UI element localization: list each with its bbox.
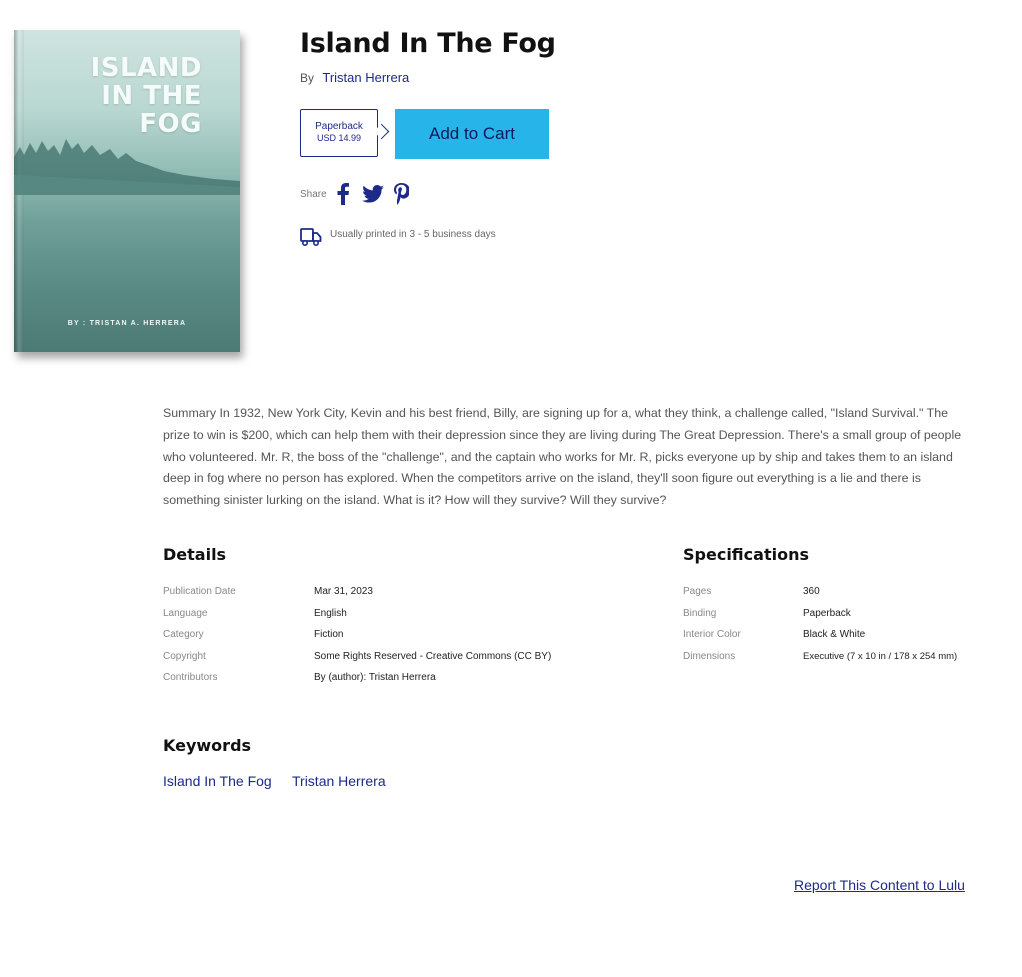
keyword-link[interactable]: Island In The Fog — [163, 773, 272, 789]
format-type: Paperback — [315, 121, 363, 132]
spec-value: Executive (7 x 10 in / 178 x 254 mm) — [803, 651, 958, 662]
detail-label: Contributors — [163, 672, 218, 683]
spec-label: Binding — [683, 608, 717, 619]
format-option-paperback[interactable]: Paperback USD 14.99 — [300, 109, 378, 157]
twitter-icon[interactable] — [362, 185, 384, 208]
spec-label: Pages — [683, 586, 712, 597]
format-price: USD 14.99 — [316, 133, 362, 143]
detail-value: Mar 31, 2023 — [314, 586, 373, 597]
book-summary: Summary In 1932, New York City, Kevin an… — [163, 406, 962, 508]
detail-label: Publication Date — [163, 586, 236, 597]
cover-author-text: BY : TRISTAN A. HERRERA — [67, 320, 187, 327]
keyword-link[interactable]: Tristan Herrera — [292, 773, 386, 789]
cover-title-text: ISLAND IN THE FOG — [90, 53, 202, 139]
detail-value: By (author): Tristan Herrera — [314, 672, 436, 683]
specifications-heading: Specifications — [683, 545, 809, 564]
detail-label: Language — [163, 608, 208, 619]
by-label: By — [300, 71, 315, 85]
book-title: Island In The Fog — [300, 28, 556, 59]
add-to-cart-button[interactable]: Add to Cart — [395, 109, 549, 159]
spec-label: Interior Color — [683, 629, 741, 640]
spec-value: Paperback — [803, 608, 851, 619]
detail-value: Fiction — [314, 629, 344, 640]
shipping-info: Usually printed in 3 - 5 business days — [330, 229, 496, 240]
detail-label: Category — [163, 629, 204, 640]
facebook-icon[interactable] — [336, 183, 350, 210]
book-cover[interactable]: ISLAND IN THE FOG BY : TRISTAN A. HERRER… — [14, 30, 240, 352]
details-heading: Details — [163, 545, 227, 564]
report-content-link[interactable]: Report This Content to Lulu — [794, 877, 965, 893]
spec-value: 360 — [803, 586, 820, 597]
share-label: Share — [300, 189, 327, 200]
detail-label: Copyright — [163, 651, 206, 662]
printing-truck-icon — [300, 227, 322, 252]
detail-value: English — [314, 608, 347, 619]
detail-value: Some Rights Reserved - Creative Commons … — [314, 651, 552, 662]
author-link[interactable]: Tristan Herrera — [322, 70, 409, 85]
byline: By Tristan Herrera — [300, 70, 409, 85]
cover-trees-illustration — [14, 139, 240, 195]
keywords-heading: Keywords — [163, 736, 252, 755]
pinterest-icon[interactable] — [393, 183, 410, 210]
spec-label: Dimensions — [683, 651, 736, 662]
spec-value: Black & White — [803, 629, 866, 640]
